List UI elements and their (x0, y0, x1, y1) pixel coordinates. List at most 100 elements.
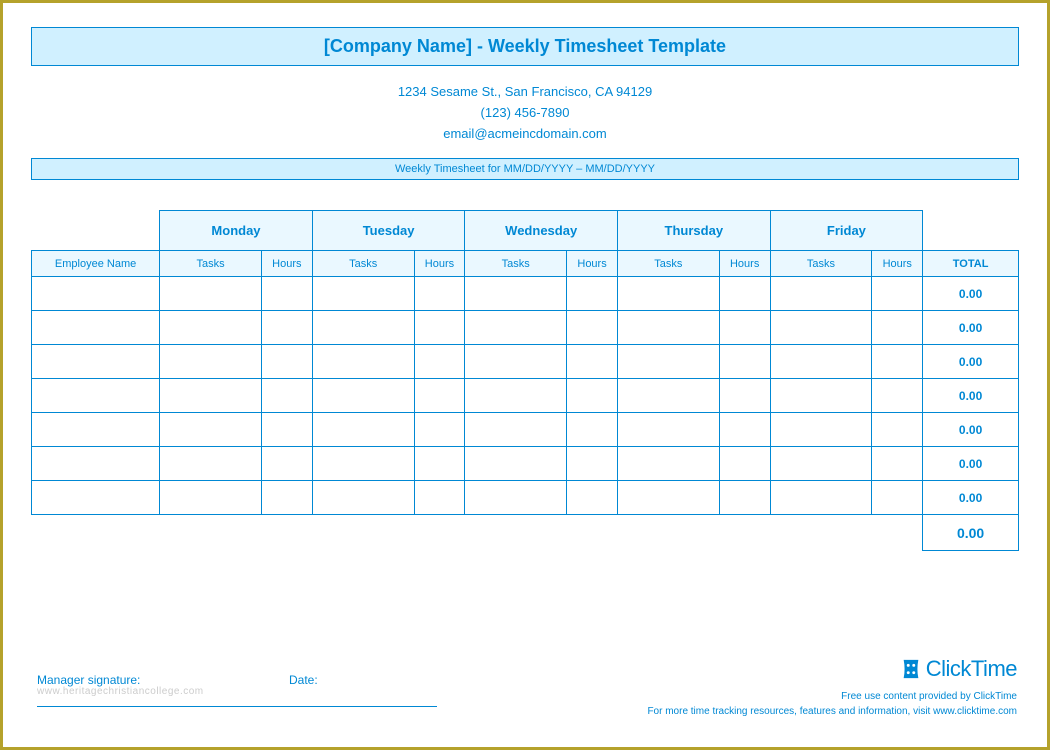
page-title: [Company Name] - Weekly Timesheet Templa… (31, 27, 1019, 66)
cell-tasks[interactable] (465, 379, 567, 413)
cell-hours[interactable] (414, 447, 465, 481)
cell-tasks[interactable] (770, 413, 872, 447)
cell-employee[interactable] (32, 277, 160, 311)
cell-tasks[interactable] (160, 277, 262, 311)
cell-hours[interactable] (872, 311, 923, 345)
cell-hours[interactable] (872, 481, 923, 515)
cell-tasks[interactable] (617, 277, 719, 311)
cell-tasks[interactable] (617, 413, 719, 447)
cell-hours[interactable] (567, 379, 618, 413)
cell-hours[interactable] (719, 379, 770, 413)
header-tasks: Tasks (465, 251, 567, 277)
cell-hours[interactable] (414, 345, 465, 379)
cell-tasks[interactable] (160, 311, 262, 345)
header-blank-right (923, 211, 1019, 251)
cell-tasks[interactable] (770, 345, 872, 379)
cell-hours[interactable] (567, 311, 618, 345)
cell-tasks[interactable] (312, 277, 414, 311)
cell-tasks[interactable] (465, 345, 567, 379)
manager-signature-label: Manager signature: (37, 673, 140, 687)
cell-row-total: 0.00 (923, 413, 1019, 447)
cell-hours[interactable] (872, 447, 923, 481)
cell-tasks[interactable] (312, 413, 414, 447)
cell-employee[interactable] (32, 379, 160, 413)
table-header-sub: Employee Name Tasks Hours Tasks Hours Ta… (32, 251, 1019, 277)
cell-tasks[interactable] (770, 447, 872, 481)
cell-hours[interactable] (414, 379, 465, 413)
cell-tasks[interactable] (617, 481, 719, 515)
header-hours: Hours (567, 251, 618, 277)
table-row: 0.00 (32, 447, 1019, 481)
cell-hours[interactable] (872, 379, 923, 413)
cell-tasks[interactable] (312, 379, 414, 413)
footer-brand: ClickTime Free use content provided by C… (647, 652, 1017, 719)
cell-tasks[interactable] (312, 345, 414, 379)
cell-row-total: 0.00 (923, 481, 1019, 515)
cell-hours[interactable] (719, 277, 770, 311)
cell-tasks[interactable] (465, 447, 567, 481)
cell-hours[interactable] (414, 481, 465, 515)
cell-hours[interactable] (261, 277, 312, 311)
cell-tasks[interactable] (617, 447, 719, 481)
cell-tasks[interactable] (770, 277, 872, 311)
cell-tasks[interactable] (465, 277, 567, 311)
cell-row-total: 0.00 (923, 379, 1019, 413)
cell-tasks[interactable] (465, 481, 567, 515)
cell-hours[interactable] (261, 447, 312, 481)
header-tasks: Tasks (770, 251, 872, 277)
cell-tasks[interactable] (312, 481, 414, 515)
cell-employee[interactable] (32, 447, 160, 481)
cell-hours[interactable] (414, 311, 465, 345)
table-row: 0.00 (32, 413, 1019, 447)
cell-hours[interactable] (261, 345, 312, 379)
cell-tasks[interactable] (465, 413, 567, 447)
cell-tasks[interactable] (617, 379, 719, 413)
cell-hours[interactable] (414, 413, 465, 447)
cell-hours[interactable] (414, 277, 465, 311)
cell-tasks[interactable] (160, 481, 262, 515)
cell-tasks[interactable] (160, 413, 262, 447)
header-tasks: Tasks (160, 251, 262, 277)
cell-employee[interactable] (32, 413, 160, 447)
cell-hours[interactable] (261, 481, 312, 515)
cell-tasks[interactable] (770, 481, 872, 515)
cell-tasks[interactable] (312, 447, 414, 481)
cell-tasks[interactable] (160, 447, 262, 481)
cell-hours[interactable] (872, 345, 923, 379)
table-row: 0.00 (32, 481, 1019, 515)
cell-hours[interactable] (719, 413, 770, 447)
cell-hours[interactable] (719, 311, 770, 345)
cell-tasks[interactable] (617, 345, 719, 379)
cell-hours[interactable] (719, 345, 770, 379)
cell-hours[interactable] (567, 345, 618, 379)
cell-tasks[interactable] (770, 311, 872, 345)
cell-tasks[interactable] (617, 311, 719, 345)
brand-line-1: Free use content provided by ClickTime (647, 689, 1017, 704)
cell-hours[interactable] (261, 311, 312, 345)
cell-hours[interactable] (567, 413, 618, 447)
cell-hours[interactable] (567, 447, 618, 481)
cell-employee[interactable] (32, 345, 160, 379)
cell-employee[interactable] (32, 481, 160, 515)
period-bar: Weekly Timesheet for MM/DD/YYYY – MM/DD/… (31, 158, 1019, 180)
cell-tasks[interactable] (312, 311, 414, 345)
header-total: TOTAL (923, 251, 1019, 277)
brand-line-2: For more time tracking resources, featur… (647, 704, 1017, 719)
cell-hours[interactable] (719, 447, 770, 481)
header-day-friday: Friday (770, 211, 923, 251)
table-row: 0.00 (32, 277, 1019, 311)
cell-hours[interactable] (719, 481, 770, 515)
cell-hours[interactable] (567, 277, 618, 311)
cell-hours[interactable] (872, 277, 923, 311)
table-header-days: Monday Tuesday Wednesday Thursday Friday (32, 211, 1019, 251)
cell-tasks[interactable] (160, 379, 262, 413)
cell-tasks[interactable] (160, 345, 262, 379)
cell-tasks[interactable] (770, 379, 872, 413)
cell-tasks[interactable] (465, 311, 567, 345)
cell-hours[interactable] (567, 481, 618, 515)
cell-employee[interactable] (32, 311, 160, 345)
cell-hours[interactable] (261, 413, 312, 447)
cell-hours[interactable] (261, 379, 312, 413)
cell-hours[interactable] (872, 413, 923, 447)
header-hours: Hours (872, 251, 923, 277)
